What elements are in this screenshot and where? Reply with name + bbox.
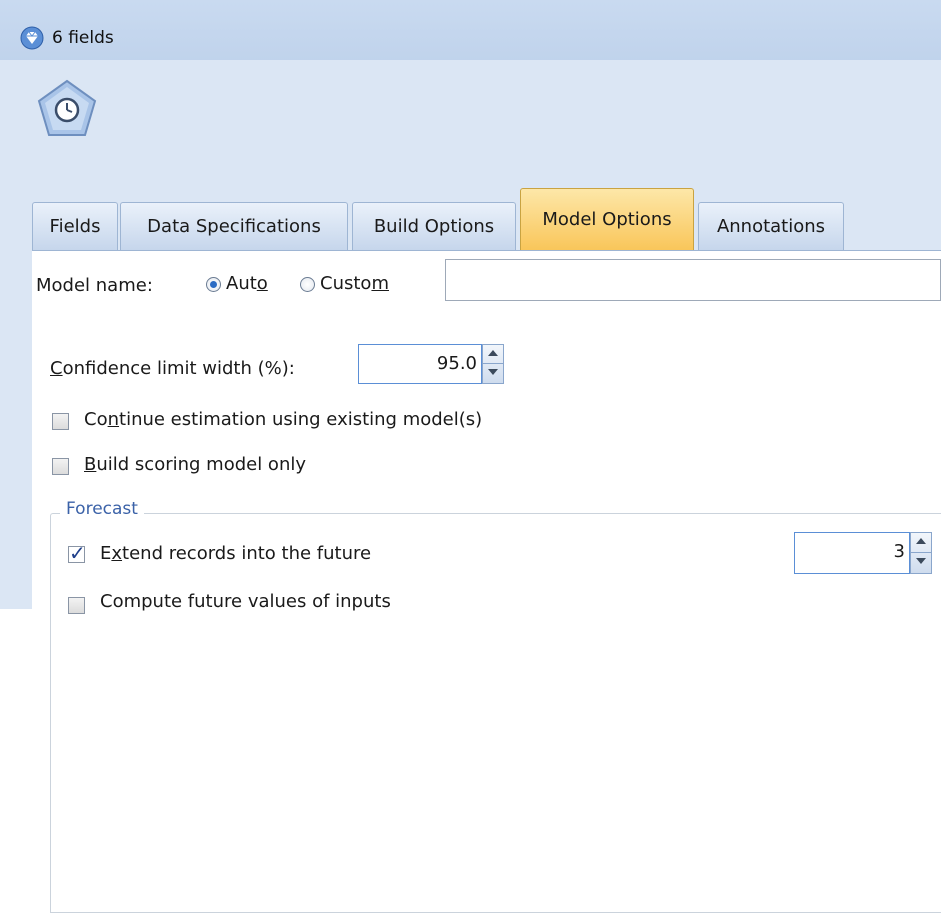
tab-build-options[interactable]: Build Options	[352, 202, 516, 250]
tab-data-specifications[interactable]: Data Specifications	[120, 202, 348, 250]
spinner-up-icon[interactable]	[911, 533, 931, 553]
confidence-limit-label: Confidence limit width (%):	[50, 358, 295, 379]
extend-records-checkbox[interactable]	[68, 541, 86, 565]
model-name-custom-radio[interactable]	[300, 277, 315, 292]
time-series-node-icon	[37, 79, 97, 136]
confidence-limit-input[interactable]: 95.0	[358, 344, 482, 384]
model-name-custom-label[interactable]: Custom	[320, 273, 389, 294]
spinner-up-icon[interactable]	[483, 345, 503, 364]
spinner-down-icon[interactable]	[911, 553, 931, 573]
tab-fields[interactable]: Fields	[32, 202, 118, 250]
model-name-auto-radio[interactable]	[206, 277, 221, 292]
build-scoring-checkbox[interactable]	[52, 458, 69, 475]
node-header	[0, 60, 941, 188]
model-name-label: Model name:	[36, 275, 153, 296]
spinner-down-icon[interactable]	[483, 364, 503, 383]
tab-model-options[interactable]: Model Options	[520, 188, 694, 250]
confidence-limit-spinner[interactable]	[482, 344, 504, 384]
extend-records-label[interactable]: Extend records into the future	[100, 543, 371, 564]
window-title: 6 fields	[52, 28, 114, 48]
continue-estimation-label[interactable]: Continue estimation using existing model…	[84, 409, 482, 430]
custom-model-name-input[interactable]	[445, 259, 941, 301]
dialog-window: 6 fields Fields Data Specifications Buil…	[0, 0, 941, 913]
extend-records-input[interactable]: 3	[794, 532, 910, 574]
model-options-panel: Model name: Auto Custom Confidence limit…	[32, 250, 941, 913]
build-scoring-label[interactable]: Build scoring model only	[84, 454, 306, 475]
model-name-auto-label[interactable]: Auto	[226, 273, 268, 294]
diamond-node-icon	[20, 26, 44, 50]
extend-records-spinner[interactable]	[910, 532, 932, 574]
forecast-group-legend: Forecast	[60, 499, 144, 519]
continue-estimation-checkbox[interactable]	[52, 413, 69, 430]
tab-annotations[interactable]: Annotations	[698, 202, 844, 250]
compute-future-checkbox[interactable]	[68, 597, 85, 614]
